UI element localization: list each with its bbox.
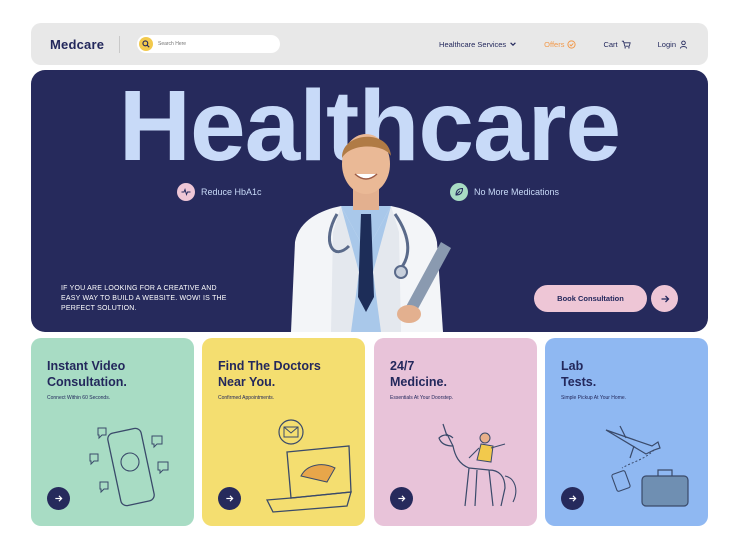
- nav-login-label: Login: [657, 39, 676, 49]
- card-medicine[interactable]: 24/7 Medicine. Essentials At Your Doorste…: [374, 338, 537, 526]
- nav-divider: [119, 36, 120, 53]
- hero-description: IF YOU ARE LOOKING FOR A CREATIVE AND EA…: [61, 285, 227, 312]
- arrow-right-icon[interactable]: [218, 487, 241, 510]
- chip-reduce-label: Reduce HbA1c: [201, 187, 262, 197]
- brand-logo[interactable]: Medcare: [50, 37, 104, 52]
- top-nav: Medcare Healthcare Services Offers Cart …: [31, 23, 708, 65]
- search-icon[interactable]: [139, 37, 153, 51]
- chip-reduce-hba1c: Reduce HbA1c: [177, 183, 262, 201]
- nav-login[interactable]: Login: [658, 40, 688, 49]
- chip-no-medications: No More Medications: [450, 183, 559, 201]
- chip-medications-label: No More Medications: [474, 187, 560, 197]
- card-find-doctors[interactable]: Find The Doctors Near You. Confirmed Appo…: [202, 338, 365, 526]
- card-title: Lab Tests.: [561, 359, 597, 389]
- card-subtitle: Connect Within 60 Seconds.: [47, 395, 111, 401]
- arrow-right-icon[interactable]: [561, 487, 584, 510]
- card-title: Instant Video Consultation.: [47, 359, 127, 389]
- search-input[interactable]: [158, 41, 268, 47]
- book-consultation-button[interactable]: Book Consultation: [534, 285, 647, 312]
- arrow-right-icon[interactable]: [651, 285, 678, 312]
- unicorn-rider-illustration: [438, 423, 517, 507]
- pulse-icon: [177, 183, 195, 201]
- laptop-mail-illustration: [265, 419, 352, 513]
- phone-video-call-illustration: [89, 427, 169, 507]
- card-subtitle: Confirmed Appointments.: [218, 395, 275, 401]
- doctor-photo: [291, 134, 451, 332]
- nav-healthcare-services[interactable]: Healthcare Services: [439, 40, 517, 49]
- offer-badge-icon: [567, 39, 577, 49]
- hero-banner: Healthcare Reduce HbA1c No More Medicati…: [31, 70, 708, 332]
- card-lab-tests[interactable]: Lab Tests. Simple Pickup At Your Home.: [545, 338, 708, 526]
- card-subtitle: Simple Pickup At Your Home.: [561, 395, 627, 401]
- user-icon: [679, 40, 688, 49]
- chevron-down-icon: [510, 42, 516, 47]
- card-video-consultation[interactable]: Instant Video Consultation. Connect Withi…: [31, 338, 194, 526]
- arrow-right-icon[interactable]: [390, 487, 413, 510]
- nav-services-label: Healthcare Services: [439, 39, 507, 49]
- search-bar[interactable]: [137, 35, 280, 53]
- nav-cart-label: Cart: [603, 39, 618, 49]
- leaf-icon: [450, 183, 468, 201]
- arrow-right-icon[interactable]: [47, 487, 70, 510]
- nav-cart[interactable]: Cart: [603, 39, 631, 49]
- nav-offers[interactable]: Offers: [544, 39, 577, 49]
- card-subtitle: Essentials At Your Doorstep.: [390, 395, 454, 401]
- card-title: Find The Doctors Near You.: [218, 359, 321, 389]
- nav-offers-label: Offers: [544, 39, 565, 49]
- plane-luggage-illustration: [605, 425, 689, 507]
- card-title: 24/7 Medicine.: [390, 359, 447, 389]
- cart-icon: [621, 40, 631, 48]
